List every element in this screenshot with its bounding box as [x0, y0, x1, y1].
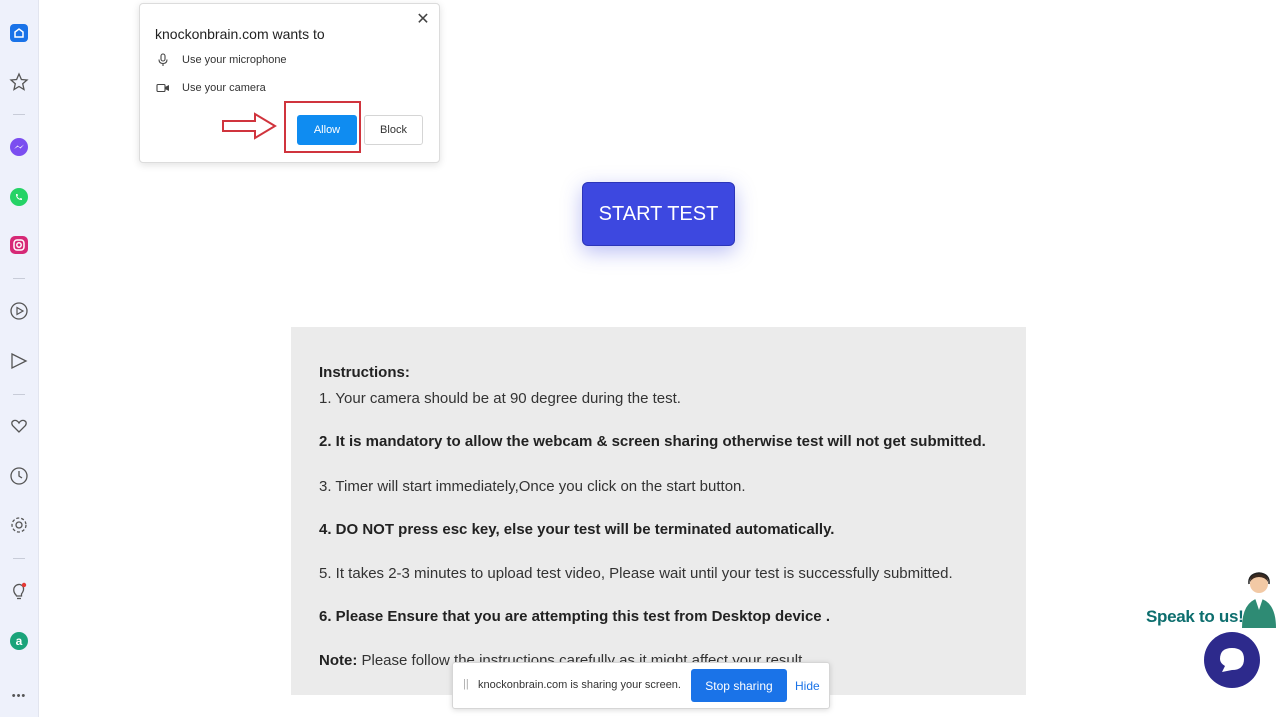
sidebar-divider — [13, 114, 25, 115]
sidebar-divider — [13, 394, 25, 395]
more-icon[interactable]: ••• — [6, 683, 32, 709]
instruction-item: 2. It is mandatory to allow the webcam &… — [319, 433, 986, 450]
camera-icon — [156, 83, 169, 93]
camera-permission-row: Use your camera — [156, 81, 266, 95]
microphone-icon — [158, 53, 168, 66]
instruction-item: 3. Timer will start immediately,Once you… — [319, 478, 746, 495]
bulb-icon[interactable] — [6, 578, 32, 604]
note-label: Note: — [319, 652, 358, 669]
camera-label: Use your camera — [182, 82, 266, 94]
sidebar-divider — [13, 558, 25, 559]
instruction-item: 1. Your camera should be at 90 degree du… — [319, 390, 681, 407]
microphone-label: Use your microphone — [182, 54, 287, 66]
block-button[interactable]: Block — [364, 115, 423, 145]
chat-button[interactable] — [1204, 632, 1260, 688]
clock-icon[interactable] — [6, 463, 32, 489]
instruction-item: 6. Please Ensure that you are attempting… — [319, 608, 830, 625]
instruction-item: 4. DO NOT press esc key, else your test … — [319, 521, 835, 538]
instagram-icon[interactable] — [6, 232, 32, 258]
sidebar-divider — [13, 278, 25, 279]
browser-sidebar: a ••• — [0, 0, 39, 717]
screen-share-bar: || knockonbrain.com is sharing your scre… — [452, 662, 830, 709]
heart-icon[interactable] — [6, 413, 32, 439]
settings-icon[interactable] — [6, 512, 32, 538]
close-icon[interactable]: ✕ — [415, 12, 431, 28]
instruction-item: 5. It takes 2-3 minutes to upload test v… — [319, 565, 953, 582]
support-agent-icon[interactable] — [1238, 570, 1278, 628]
chat-bubble-icon — [1220, 648, 1244, 672]
aria-icon[interactable]: a — [6, 628, 32, 654]
stop-sharing-button[interactable]: Stop sharing — [691, 669, 787, 702]
send-icon[interactable] — [6, 348, 32, 374]
hide-link[interactable]: Hide — [795, 679, 820, 693]
svg-text:a: a — [16, 634, 23, 648]
messenger-icon[interactable] — [6, 134, 32, 160]
whatsapp-icon[interactable] — [6, 184, 32, 210]
start-test-button[interactable]: START TEST — [582, 182, 735, 246]
arrow-right-icon — [222, 112, 277, 140]
speak-to-us-label[interactable]: Speak to us! — [1146, 607, 1244, 627]
instructions-heading: Instructions: — [319, 364, 410, 381]
instructions-panel: Instructions: 1. Your camera should be a… — [291, 327, 1026, 695]
drag-handle-icon[interactable]: || — [463, 678, 469, 690]
play-circle-icon[interactable] — [6, 298, 32, 324]
allow-highlight-box — [284, 101, 361, 153]
microphone-permission-row: Use your microphone — [156, 53, 287, 67]
star-icon[interactable] — [6, 69, 32, 95]
permission-title: knockonbrain.com wants to — [155, 26, 325, 42]
share-status-text: knockonbrain.com is sharing your screen. — [478, 679, 681, 691]
home-icon[interactable] — [6, 20, 32, 46]
